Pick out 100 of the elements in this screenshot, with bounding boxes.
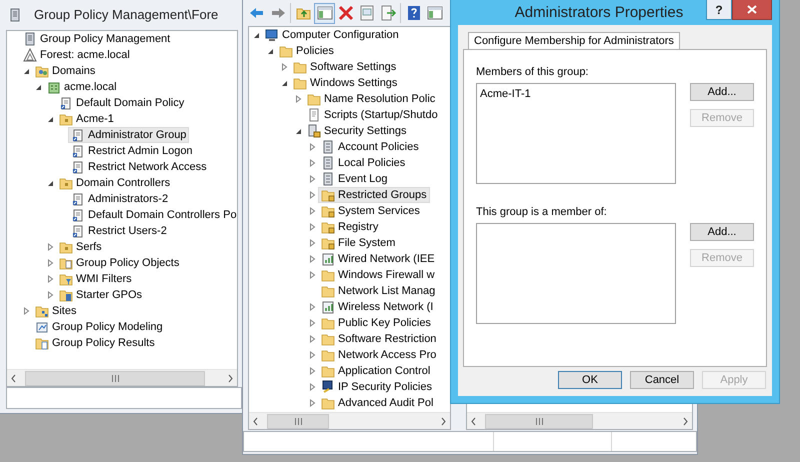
- export-icon[interactable]: [378, 4, 396, 22]
- scrollbar-thumb[interactable]: [485, 414, 593, 428]
- list-box[interactable]: [476, 223, 676, 324]
- expander-icon[interactable]: [253, 31, 260, 39]
- list-box[interactable]: Acme-IT-1: [476, 83, 676, 184]
- folder-icon: [35, 304, 49, 318]
- tree-item[interactable]: Starter GPOs: [56, 287, 146, 303]
- button[interactable]: Add...: [690, 223, 754, 241]
- tree-item[interactable]: Serfs: [56, 239, 105, 255]
- expander-icon[interactable]: [35, 83, 42, 91]
- scroll-icon: [71, 128, 85, 142]
- scrollbar-thumb[interactable]: [267, 414, 329, 428]
- tree-item[interactable]: Restricted Groups: [318, 187, 430, 203]
- building-icon: [47, 80, 61, 94]
- tab[interactable]: Configure Membership for Administrators: [468, 32, 680, 49]
- button: Apply: [702, 371, 766, 389]
- pane-icon[interactable]: [426, 4, 444, 22]
- tree-item[interactable]: Network Access Pro: [318, 347, 440, 363]
- tree-item[interactable]: Restrict Users-2: [68, 223, 170, 239]
- button[interactable]: Cancel: [630, 371, 694, 389]
- folder-icon: [293, 60, 307, 74]
- expander-icon[interactable]: [267, 47, 274, 55]
- folder-icon: [293, 76, 307, 90]
- folder-icon: [59, 288, 73, 302]
- folder-icon: [35, 336, 49, 350]
- tree-item[interactable]: Default Domain Controllers Po: [68, 207, 237, 223]
- tree-item[interactable]: Software Settings: [290, 59, 400, 75]
- close-button[interactable]: [732, 0, 772, 20]
- tree-item[interactable]: System Services: [318, 203, 423, 219]
- section-label: Members of this group:: [476, 66, 590, 79]
- tree-item[interactable]: Scripts (Startup/Shutdo: [304, 107, 441, 123]
- folder-icon: [321, 284, 335, 298]
- delete-icon[interactable]: [336, 4, 354, 22]
- scrollbar[interactable]: [467, 412, 692, 429]
- tree-item[interactable]: Acme-1: [56, 111, 117, 127]
- tree-item[interactable]: Wireless Network (I: [318, 299, 436, 315]
- tree-item[interactable]: Software Restriction: [318, 331, 440, 347]
- tree-item[interactable]: Restrict Network Access: [68, 159, 210, 175]
- tree-item[interactable]: Administrator Group: [68, 127, 190, 143]
- button: Remove: [690, 249, 754, 267]
- network-icon: [321, 252, 335, 266]
- scrollbar[interactable]: [7, 369, 237, 386]
- tree-item[interactable]: Domain Controllers: [56, 175, 174, 191]
- expander-icon[interactable]: [23, 67, 30, 75]
- tree-item[interactable]: Policies: [276, 43, 337, 59]
- document-icon: [307, 108, 321, 122]
- list-item[interactable]: Acme-IT-1: [480, 86, 672, 102]
- scrollbar[interactable]: [249, 412, 450, 429]
- tree-item[interactable]: Forest: acme.local: [20, 47, 133, 63]
- section-label: This group is a member of:: [476, 206, 608, 219]
- expander-icon[interactable]: [295, 127, 302, 135]
- help-button[interactable]: ?: [706, 0, 732, 20]
- expander-icon[interactable]: [47, 115, 54, 123]
- scroll-icon: [59, 96, 73, 110]
- properties-icon[interactable]: [358, 4, 376, 22]
- scrollbar-thumb[interactable]: [25, 370, 205, 386]
- tree-item[interactable]: Wired Network (IEE: [318, 251, 438, 267]
- tree-item[interactable]: Windows Settings: [290, 75, 400, 91]
- folder-icon: [35, 64, 49, 78]
- tree-item[interactable]: Group Policy Objects: [56, 255, 182, 271]
- tree-item[interactable]: File System: [318, 235, 398, 251]
- button[interactable]: OK: [558, 371, 622, 389]
- expander-icon[interactable]: [47, 179, 54, 187]
- folder-icon: [279, 44, 293, 58]
- folder-icon: [59, 240, 73, 254]
- tree-item[interactable]: Application Control: [318, 363, 434, 379]
- tree-item[interactable]: Public Key Policies: [318, 315, 434, 331]
- chart-icon: [35, 320, 49, 334]
- button[interactable]: Add...: [690, 83, 754, 101]
- tree-item[interactable]: Windows Firewall w: [318, 267, 438, 283]
- tree-item[interactable]: Name Resolution Polic: [304, 91, 438, 107]
- tree-item[interactable]: Computer Configuration: [262, 27, 402, 43]
- tree-item[interactable]: Group Policy Management: [20, 31, 174, 47]
- tree-item[interactable]: Group Policy Modeling: [32, 319, 166, 335]
- folder-icon: [307, 92, 321, 106]
- tree-item[interactable]: acme.local: [44, 79, 120, 95]
- tree-item[interactable]: Network List Manag: [318, 283, 438, 299]
- tree-item[interactable]: Security Settings: [304, 123, 410, 139]
- scroll-icon: [71, 192, 85, 206]
- tree-item[interactable]: Default Domain Policy: [56, 95, 188, 111]
- server-icon: [321, 140, 335, 154]
- tree-item[interactable]: Event Log: [318, 171, 391, 187]
- server-icon: [8, 8, 22, 22]
- button: Remove: [690, 109, 754, 127]
- expander-icon[interactable]: [281, 79, 288, 87]
- tree-item[interactable]: Restrict Admin Logon: [68, 143, 196, 159]
- tree-item[interactable]: Group Policy Results: [32, 335, 158, 351]
- tree-item[interactable]: Account Policies: [318, 139, 422, 155]
- tree-item[interactable]: IP Security Policies: [318, 379, 435, 395]
- tree-item[interactable]: Registry: [318, 219, 382, 235]
- tree-item[interactable]: WMI Filters: [56, 271, 135, 287]
- server-icon: [321, 172, 335, 186]
- tree-item[interactable]: Domains: [32, 63, 98, 79]
- folder-icon: [321, 364, 335, 378]
- tree-item[interactable]: Advanced Audit Pol: [318, 395, 436, 411]
- tree-item[interactable]: Local Policies: [318, 155, 408, 171]
- tree-item[interactable]: Administrators-2: [68, 191, 172, 207]
- computer-icon: [321, 380, 335, 394]
- folder-icon: [59, 176, 73, 190]
- tree-item[interactable]: Sites: [32, 303, 80, 319]
